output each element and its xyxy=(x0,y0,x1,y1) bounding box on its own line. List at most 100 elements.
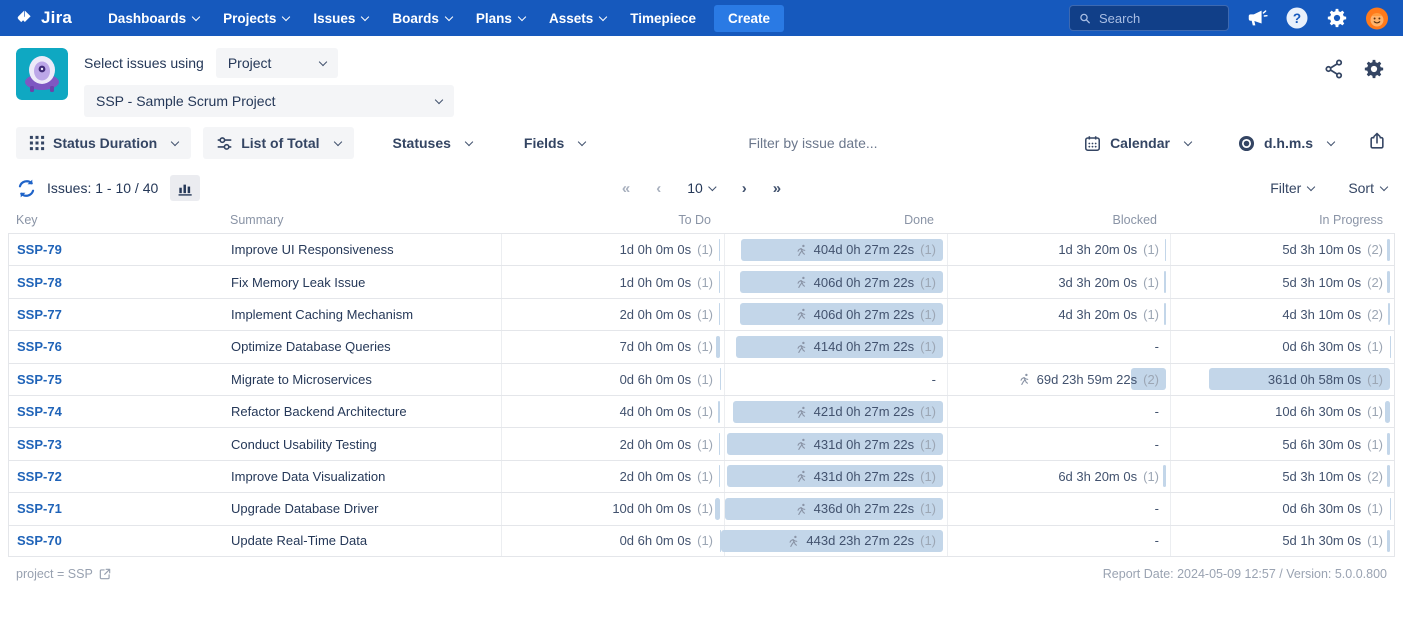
issue-summary-cell: Fix Memory Leak Issue xyxy=(231,266,501,297)
duration-cell-to-do: 2d 0h 0m 0s(1) xyxy=(501,428,724,459)
duration-cell-done: 431d 0h 27m 22s(1) xyxy=(724,428,947,459)
global-search[interactable] xyxy=(1069,5,1229,31)
page-size-dropdown[interactable]: 10 xyxy=(687,180,716,196)
topnav-item-label: Boards xyxy=(392,11,439,26)
calendar-icon xyxy=(1083,134,1102,153)
duration-value: 431d 0h 27m 22s xyxy=(814,469,914,484)
calendar-dropdown[interactable]: Calendar xyxy=(1070,127,1204,159)
chevron-down-icon xyxy=(465,137,473,145)
duration-bar xyxy=(719,465,720,487)
duration-bar xyxy=(718,401,720,423)
issue-key-link[interactable]: SSP-75 xyxy=(17,372,62,387)
announcements-icon[interactable] xyxy=(1245,6,1269,30)
duration-value: 1d 0h 0m 0s xyxy=(620,242,692,257)
topnav-item-issues[interactable]: Issues xyxy=(303,5,378,32)
settings-gear-icon[interactable] xyxy=(1325,6,1349,30)
project-dropdown[interactable]: SSP - Sample Scrum Project xyxy=(84,85,454,117)
duration-content: 404d 0h 27m 22s (1) xyxy=(795,242,936,257)
topnav-item-projects[interactable]: Projects xyxy=(213,5,299,32)
issue-key-cell: SSP-74 xyxy=(9,396,231,427)
duration-content: 5d 1h 30m 0s(1) xyxy=(1282,533,1383,548)
chart-view-button[interactable] xyxy=(170,175,200,201)
duration-value: 6d 3h 20m 0s xyxy=(1058,469,1137,484)
bar-chart-icon xyxy=(177,180,194,197)
duration-value: 404d 0h 27m 22s xyxy=(814,242,914,257)
fields-dropdown[interactable]: Fields xyxy=(511,127,598,159)
jira-logo[interactable]: Jira xyxy=(14,8,72,29)
duration-cell-in-progress: 10d 6h 30m 0s(1) xyxy=(1170,396,1394,427)
issue-key-cell: SSP-73 xyxy=(9,428,231,459)
topnav-item-assets[interactable]: Assets xyxy=(539,5,616,32)
duration-cell-done: 443d 23h 27m 22s(1) xyxy=(724,526,947,556)
status-count: (1) xyxy=(697,372,713,387)
status-count: (2) xyxy=(1367,469,1383,484)
top-navigation-bar: Jira Dashboards ProjectsIssues Boards Plans… xyxy=(0,0,1403,36)
help-icon[interactable]: ? xyxy=(1285,6,1309,30)
report-type-dropdown[interactable]: Status Duration xyxy=(16,127,191,159)
last-page-button[interactable]: » xyxy=(773,180,781,197)
view-mode-value: List of Total xyxy=(241,135,319,151)
filter-dropdown[interactable]: Filter xyxy=(1270,180,1314,196)
view-mode-dropdown[interactable]: List of Total xyxy=(203,127,353,159)
share-icon[interactable] xyxy=(1323,58,1345,85)
duration-cell-done: 436d 0h 27m 22s(1) xyxy=(724,493,947,524)
search-icon xyxy=(1079,11,1091,26)
next-page-button[interactable]: › xyxy=(742,180,747,197)
status-count: (1) xyxy=(1367,437,1383,452)
issue-key-link[interactable]: SSP-72 xyxy=(17,469,62,484)
topnav-item-plans[interactable]: Plans xyxy=(466,5,535,32)
runner-icon xyxy=(1018,372,1031,386)
topnav-item-timepiece[interactable]: Timepiece xyxy=(620,5,706,32)
issue-key-link[interactable]: SSP-73 xyxy=(17,437,62,452)
issue-key-link[interactable]: SSP-70 xyxy=(17,533,62,548)
status-count: (1) xyxy=(920,242,936,257)
table-row: SSP-77Implement Caching Mechanism2d 0h 0… xyxy=(8,298,1395,330)
topnav-item-dashboards[interactable]: Dashboards xyxy=(98,5,209,32)
export-icon[interactable] xyxy=(1367,131,1387,156)
topnav-item-boards[interactable]: Boards xyxy=(382,5,462,32)
first-page-button[interactable]: « xyxy=(622,180,630,197)
duration-content: 2d 0h 0m 0s(1) xyxy=(620,307,713,322)
issue-key-link[interactable]: SSP-71 xyxy=(17,501,62,516)
refresh-icon[interactable] xyxy=(16,178,37,199)
issue-key-link[interactable]: SSP-78 xyxy=(17,275,62,290)
table-row: SSP-71Upgrade Database Driver10d 0h 0m 0… xyxy=(8,492,1395,524)
external-link-icon[interactable] xyxy=(98,567,112,581)
statuses-dropdown[interactable]: Statuses xyxy=(380,127,485,159)
duration-value: 5d 3h 10m 0s xyxy=(1282,469,1361,484)
duration-value: 406d 0h 27m 22s xyxy=(814,307,914,322)
date-filter-input[interactable]: Filter by issue date... xyxy=(748,135,877,151)
status-count: (1) xyxy=(697,469,713,484)
issue-source-dropdown[interactable]: Project xyxy=(216,48,338,78)
chevron-down-icon xyxy=(171,137,179,145)
duration-content: 406d 0h 27m 22s(1) xyxy=(795,307,936,322)
avatar[interactable] xyxy=(1365,6,1389,30)
topnav-item-label: Dashboards xyxy=(108,11,186,26)
sort-dropdown[interactable]: Sort xyxy=(1348,180,1387,196)
search-input[interactable] xyxy=(1099,11,1219,26)
duration-bar xyxy=(716,336,720,358)
report-settings-gear-icon[interactable] xyxy=(1363,58,1385,85)
issue-key-link[interactable]: SSP-74 xyxy=(17,404,62,419)
prev-page-button[interactable]: ‹ xyxy=(656,180,661,197)
duration-content: 6d 3h 20m 0s(1) xyxy=(1058,469,1159,484)
issue-key-link[interactable]: SSP-79 xyxy=(17,242,62,257)
page-size-value: 10 xyxy=(687,180,703,196)
status-count: (1) xyxy=(920,275,936,290)
status-count: (1) xyxy=(697,339,713,354)
table-body: SSP-79Improve UI Responsiveness1d 0h 0m … xyxy=(8,233,1395,557)
chevron-down-icon xyxy=(333,137,341,145)
table-row: SSP-74Refactor Backend Architecture4d 0h… xyxy=(8,395,1395,427)
create-button[interactable]: Create xyxy=(714,5,784,32)
table-header-row: KeySummaryTo DoDoneBlockedIn Progress xyxy=(8,207,1395,233)
time-format-dropdown[interactable]: d.h.m.s xyxy=(1224,127,1347,159)
issue-key-link[interactable]: SSP-77 xyxy=(17,307,62,322)
svg-text:?: ? xyxy=(1293,11,1301,26)
issue-key-link[interactable]: SSP-76 xyxy=(17,339,62,354)
status-count: (1) xyxy=(697,501,713,516)
duration-content: 5d 3h 10m 0s (2) xyxy=(1282,469,1383,484)
duration-value: 10d 6h 30m 0s xyxy=(1275,404,1361,419)
duration-cell-in-progress: 5d 3h 10m 0s(2) xyxy=(1170,234,1394,265)
duration-content: 431d 0h 27m 22s(1) xyxy=(795,437,936,452)
status-count: (1) xyxy=(920,404,936,419)
